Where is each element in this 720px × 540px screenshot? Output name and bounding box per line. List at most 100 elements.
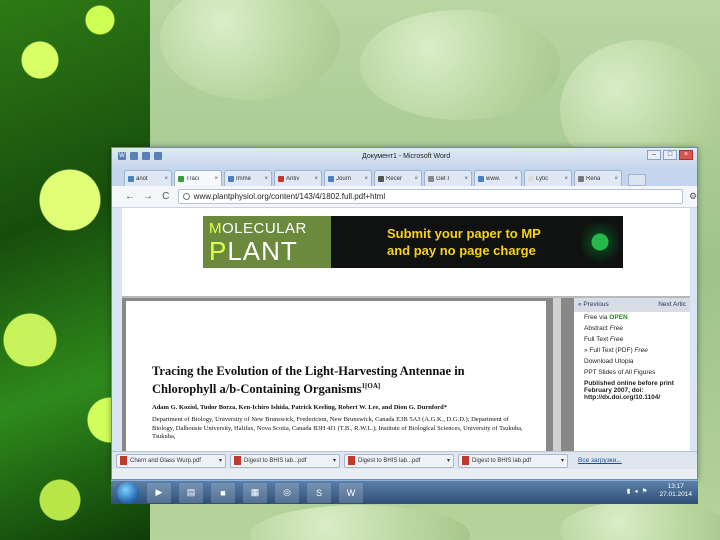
address-url: www.plantphysiol.org/content/143/4/1802.… [193, 192, 386, 201]
ppt-slides-link[interactable]: PPT Slides of All Figures [574, 367, 690, 378]
background-blob [360, 10, 560, 120]
background-blob [250, 505, 470, 540]
download-item[interactable]: Digest to BHIS lab...pdf ▾ [230, 453, 340, 468]
browser-tab[interactable]: Antiv × [274, 170, 322, 186]
close-tab-icon[interactable]: × [464, 176, 468, 182]
article-navigation: « Previous Next Artic [574, 298, 690, 312]
chrome-icon[interactable]: ◎ [275, 482, 299, 503]
pdf-scrollbar[interactable] [553, 298, 561, 451]
show-all-downloads-link[interactable]: Все загрузки... [578, 457, 622, 464]
full-text-link[interactable]: Full Text Free [574, 334, 690, 345]
media-player-icon[interactable]: ▶ [147, 482, 171, 503]
close-tab-icon[interactable]: × [364, 176, 368, 182]
close-tab-icon[interactable]: × [414, 176, 418, 182]
media-icon[interactable]: ■ [211, 482, 235, 503]
pdf-file-icon [120, 456, 127, 465]
system-tray: ▮ ◂ ⚑ 13:17 27.01.2014 [627, 483, 692, 499]
maximize-button[interactable]: □ [663, 150, 677, 160]
download-item[interactable]: Digest to BHIS lab...pdf ▾ [344, 453, 454, 468]
new-tab-button[interactable] [628, 174, 646, 186]
taskbar: ▶ ▤ ■ ▦ ◎ S W ▮ ◂ ⚑ 13:17 27.01.2014 [111, 480, 698, 504]
word-taskbar-icon[interactable]: W [339, 482, 363, 503]
browser-tab[interactable]: anot × [124, 170, 172, 186]
close-tab-icon[interactable]: × [314, 176, 318, 182]
folder-icon[interactable]: ▤ [179, 482, 203, 503]
wrench-menu-icon[interactable]: ⚙ [689, 191, 697, 202]
chevron-down-icon[interactable]: ▾ [447, 457, 450, 464]
article-title: Tracing the Evolution of the Light-Harve… [152, 364, 465, 397]
download-item[interactable]: Chern and Glass Wurp.pdf ▾ [116, 453, 226, 468]
article-affiliations: Department of Biology, University of New… [152, 416, 523, 440]
web-page: MOLECULAR PLANT Submit your paper to MP … [122, 208, 690, 451]
favicon-icon [428, 175, 434, 182]
favicon-icon [128, 175, 134, 182]
browser-tab[interactable]: www. × [474, 170, 522, 186]
word-icon[interactable]: W [118, 152, 126, 160]
favicon-icon [578, 175, 584, 182]
tab-strip: anot × Traci × Imme × Antiv × Journ × Recer × … [112, 166, 697, 186]
browser-tab[interactable]: Journ × [324, 170, 372, 186]
undo-icon[interactable] [142, 152, 150, 160]
browser-tab[interactable]: Imme × [224, 170, 272, 186]
close-tab-icon[interactable]: × [564, 176, 568, 182]
molecular-plant-banner-ad[interactable]: MOLECULAR PLANT Submit your paper to MP … [203, 216, 623, 268]
status-bar [112, 469, 697, 479]
clock[interactable]: 13:17 27.01.2014 [659, 483, 692, 499]
background-blob [560, 500, 720, 540]
browser-tab[interactable]: Recer × [374, 170, 422, 186]
previous-article-link[interactable]: « Previous [578, 301, 609, 309]
pdf-page: Tracing the Evolution of the Light-Harve… [126, 301, 546, 451]
globe-icon [182, 193, 190, 200]
volume-icon[interactable]: ◂ [634, 487, 637, 495]
free-via-open-link[interactable]: Free via OPEN [574, 312, 690, 323]
redo-icon[interactable] [154, 152, 162, 160]
close-tab-icon[interactable]: × [514, 176, 518, 182]
flag-icon[interactable]: ⚑ [642, 487, 648, 495]
favicon-icon [278, 175, 284, 182]
browser-tab[interactable]: Get I × [424, 170, 472, 186]
pdf-file-icon [348, 456, 355, 465]
pdf-viewer: Tracing the Evolution of the Light-Harve… [122, 298, 690, 451]
favicon-icon [478, 175, 484, 182]
back-arrow-icon[interactable]: ← [124, 191, 136, 202]
forward-arrow-icon[interactable]: → [142, 191, 154, 202]
minimize-button[interactable]: – [647, 150, 661, 160]
address-bar[interactable]: www.plantphysiol.org/content/143/4/1802.… [177, 189, 683, 204]
reload-icon[interactable]: C [160, 191, 172, 202]
close-tab-icon[interactable]: × [214, 176, 218, 182]
full-text-pdf-link[interactable]: » Full Text (PDF) Free [574, 345, 690, 356]
published-info: Published online before print February 2… [584, 380, 674, 401]
skype-icon[interactable]: S [307, 482, 331, 503]
start-button[interactable] [117, 481, 139, 504]
window-title: Документ1 - Microsoft Word [362, 153, 451, 160]
close-tab-icon[interactable]: × [264, 176, 268, 182]
chevron-down-icon[interactable]: ▾ [219, 457, 222, 464]
favicon-icon [328, 175, 334, 182]
download-utopia-link[interactable]: Download Utopia [574, 356, 690, 367]
article-side-panel: « Previous Next Artic Free via OPEN Abst… [574, 298, 690, 451]
close-tab-icon[interactable]: × [614, 176, 618, 182]
molecular-plant-logo: MOLECULAR PLANT [203, 216, 331, 268]
browser-toolbar: ← → C www.plantphysiol.org/content/143/4… [112, 186, 697, 208]
office-icon[interactable]: ▦ [243, 482, 267, 503]
save-icon[interactable] [130, 152, 138, 160]
download-item[interactable]: Digest to BHIS lab.pdf ▾ [458, 453, 568, 468]
pdf-file-icon [234, 456, 241, 465]
browser-tab-active[interactable]: Traci × [174, 170, 222, 186]
browser-tab[interactable]: Rena × [574, 170, 622, 186]
abstract-link[interactable]: Abstract Free [574, 323, 690, 334]
chevron-down-icon[interactable]: ▾ [561, 457, 564, 464]
close-tab-icon[interactable]: × [164, 176, 168, 182]
quick-access-toolbar: W [118, 152, 162, 160]
browser-window: W Документ1 - Microsoft Word – □ × anot ×… [111, 147, 698, 480]
next-article-link[interactable]: Next Artic [658, 301, 686, 309]
browser-tab[interactable]: Lytic × [524, 170, 572, 186]
chevron-down-icon[interactable]: ▾ [333, 457, 336, 464]
pdf-file-icon [462, 456, 469, 465]
favicon-icon [528, 175, 534, 182]
article-authors: Adam G. Koziol, Tudor Borza, Ken-Ichiro … [152, 404, 447, 411]
network-icon[interactable]: ▮ [627, 487, 631, 495]
background-blob [160, 0, 340, 100]
close-button[interactable]: × [679, 150, 693, 160]
favicon-icon [178, 175, 184, 182]
